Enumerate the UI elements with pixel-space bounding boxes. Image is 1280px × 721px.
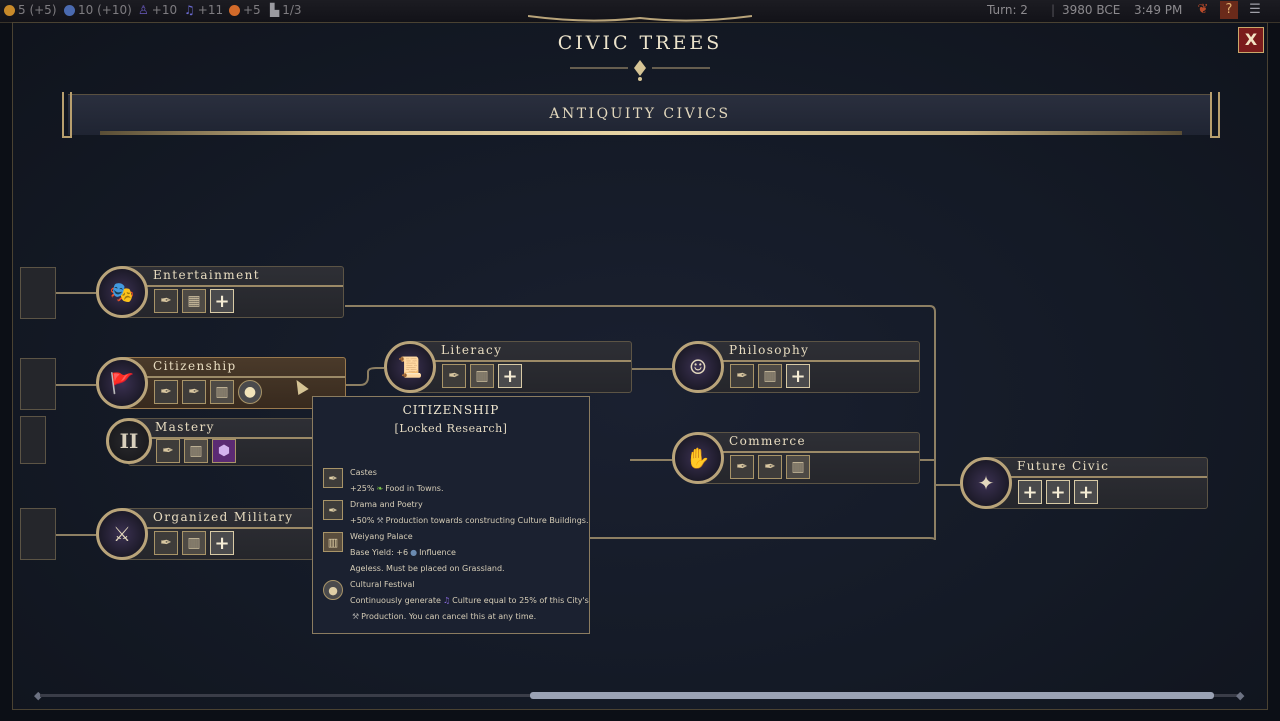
culture-icon: ♫ xyxy=(442,596,451,605)
tooltip-status: [Locked Research] xyxy=(394,422,508,435)
palace-icon[interactable]: ▥ xyxy=(210,380,234,404)
civic-tooltip: CITIZENSHIP [Locked Research] ✒ Castes +… xyxy=(312,396,590,634)
plus-icon[interactable]: + xyxy=(498,364,522,388)
civic-name: Citizenship xyxy=(153,359,237,373)
quill-icon[interactable]: ✒ xyxy=(156,439,180,463)
scroll-right-icon[interactable]: ◆ xyxy=(1236,689,1244,702)
item-effect: Base Yield: +6 ● Influence xyxy=(350,548,456,557)
quill-icon: ✒ xyxy=(323,468,343,488)
item-name: Castes xyxy=(350,468,377,477)
building-icon[interactable]: ▥ xyxy=(470,364,494,388)
plus-icon[interactable]: + xyxy=(210,289,234,313)
tooltip-title: CITIZENSHIP xyxy=(402,403,500,417)
civic-name: Mastery xyxy=(155,420,215,434)
item-name: Weiyang Palace xyxy=(350,532,413,541)
civic-name: Future Civic xyxy=(1017,459,1110,473)
building-icon[interactable]: ▦ xyxy=(182,289,206,313)
quill-icon[interactable]: ✒ xyxy=(154,531,178,555)
quill-icon[interactable]: ✒ xyxy=(730,455,754,479)
building-icon[interactable]: ▥ xyxy=(182,531,206,555)
quill-icon[interactable]: ✒ xyxy=(154,289,178,313)
plus-icon[interactable]: + xyxy=(786,364,810,388)
scrollbar-thumb[interactable] xyxy=(530,692,1214,699)
item-effect-cont: ⚒ Production. You can cancel this at any … xyxy=(352,612,537,621)
commerce-icon: ✋ xyxy=(672,432,724,484)
food-icon: ❧ xyxy=(376,484,384,493)
quill-icon: ✒ xyxy=(323,500,343,520)
building-icon[interactable]: ▥ xyxy=(758,364,782,388)
plus-icon[interactable]: + xyxy=(210,531,234,555)
gem-icon[interactable]: ⬢ xyxy=(212,439,236,463)
civic-name: Literacy xyxy=(441,343,503,357)
plus-icon[interactable]: + xyxy=(1046,480,1070,504)
quill-icon[interactable]: ✒ xyxy=(442,364,466,388)
entertainment-icon: 🎭 xyxy=(96,266,148,318)
quill-icon[interactable]: ✒ xyxy=(154,380,178,404)
item-effect: +50% ⚒ Production towards constructing Cul… xyxy=(350,516,589,525)
citizenship-icon: 🚩 xyxy=(96,357,148,409)
quill-icon[interactable]: ✒ xyxy=(730,364,754,388)
building-icon[interactable]: ▥ xyxy=(786,455,810,479)
prior-node-stub[interactable] xyxy=(20,267,56,319)
influence-icon: ● xyxy=(410,548,418,557)
future-civic-icon: ✦ xyxy=(960,457,1012,509)
item-note: Ageless. Must be placed on Grassland. xyxy=(350,564,505,573)
hammer-icon: ⚒ xyxy=(376,516,384,525)
civic-name: Organized Military xyxy=(153,510,294,524)
prior-node-stub[interactable] xyxy=(20,508,56,560)
plus-icon[interactable]: + xyxy=(1074,480,1098,504)
item-effect: +25% ❧ Food in Towns. xyxy=(350,484,444,493)
bulb-icon[interactable]: ● xyxy=(238,380,262,404)
civic-name: Entertainment xyxy=(153,268,260,282)
hammer-icon: ⚒ xyxy=(352,612,360,621)
mastery-numeral: II xyxy=(106,418,152,464)
philosophy-icon: ☺ xyxy=(672,341,724,393)
literacy-icon: 📜 xyxy=(384,341,436,393)
item-effect: Continuously generate ♫ Culture equal to 2… xyxy=(350,596,589,605)
prior-node-stub[interactable] xyxy=(20,416,46,464)
prior-node-stub[interactable] xyxy=(20,358,56,410)
building-icon: ▥ xyxy=(323,532,343,552)
bulb-icon: ● xyxy=(323,580,343,600)
civic-name: Philosophy xyxy=(729,343,810,357)
item-name: Cultural Festival xyxy=(350,580,415,589)
plus-icon[interactable]: + xyxy=(1018,480,1042,504)
civic-name: Commerce xyxy=(729,434,807,448)
building-icon[interactable]: ▥ xyxy=(184,439,208,463)
quill-icon[interactable]: ✒ xyxy=(182,380,206,404)
quill-icon[interactable]: ✒ xyxy=(758,455,782,479)
military-icon: ⚔ xyxy=(96,508,148,560)
item-name: Drama and Poetry xyxy=(350,500,423,509)
